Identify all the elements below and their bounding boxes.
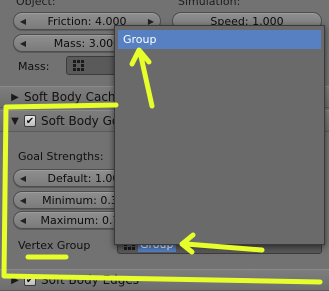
annotation-arrow-shaft xyxy=(183,241,265,253)
annotation-overlay xyxy=(1,47,323,285)
